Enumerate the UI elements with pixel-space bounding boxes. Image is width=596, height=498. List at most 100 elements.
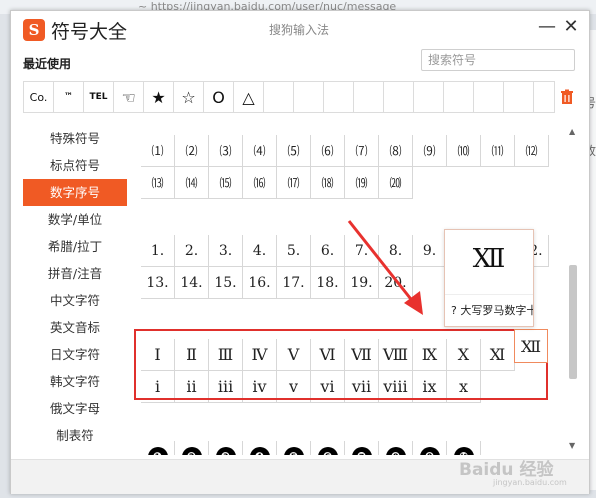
symbol-cell[interactable]: ⒆ (345, 167, 379, 199)
symbol-cell[interactable]: ❸ (209, 441, 243, 455)
symbol-cell[interactable]: ⑼ (413, 135, 447, 167)
symbol-cell[interactable]: ❹ (243, 441, 277, 455)
search-input[interactable] (421, 49, 575, 71)
symbol-cell[interactable]: ⑴ (141, 135, 175, 167)
symbol-cell[interactable]: ⑶ (209, 135, 243, 167)
symbol-cell[interactable]: ⒇ (379, 167, 413, 199)
symbol-cell[interactable]: ⑷ (243, 135, 277, 167)
recent-symbol[interactable]: ☆ (174, 82, 204, 112)
symbol-cell[interactable]: ⑻ (379, 135, 413, 167)
symbol-cell[interactable]: 1. (141, 235, 175, 267)
symbol-cell[interactable]: ⒁ (175, 167, 209, 199)
symbol-cell[interactable]: 2. (175, 235, 209, 267)
sidebar-item[interactable]: 制表符 (23, 422, 127, 449)
symbol-cell-glyph: ❷ (181, 446, 202, 455)
baidu-watermark: Baidu 经验 (459, 460, 554, 480)
roman-xii-hovered-cell[interactable]: Ⅻ (514, 329, 548, 363)
symbol-cell[interactable]: ❷ (175, 441, 209, 455)
roman-numerals-highlight-box (134, 329, 548, 400)
symbol-cell[interactable]: ⑹ (311, 135, 345, 167)
symbol-cell[interactable]: 7. (345, 235, 379, 267)
recent-empty-slot[interactable] (474, 82, 504, 112)
scrollbar-thumb[interactable] (569, 265, 577, 379)
symbol-cell-glyph: ❼ (351, 446, 372, 455)
symbol-cell-glyph: ❿ (453, 446, 474, 455)
symbol-cell[interactable]: 13. (141, 267, 175, 299)
symbol-cell[interactable]: ❶ (141, 441, 175, 455)
sidebar-item[interactable]: 日文字符 (23, 341, 127, 368)
symbol-cell[interactable]: ❽ (379, 441, 413, 455)
recent-empty-slot[interactable] (414, 82, 444, 112)
recent-symbol[interactable]: Co. (24, 82, 54, 112)
symbol-cell[interactable]: ⑸ (277, 135, 311, 167)
symbol-cell[interactable]: ⒂ (209, 167, 243, 199)
sidebar-item[interactable]: 俄文字母 (23, 395, 127, 422)
symbol-cell[interactable]: 14. (175, 267, 209, 299)
recent-symbol[interactable]: ☜ (114, 82, 144, 112)
tooltip-symbol: Ⅻ (472, 244, 506, 274)
recent-symbol[interactable]: TEL (84, 82, 114, 112)
symbol-cell[interactable]: 3. (209, 235, 243, 267)
symbol-cell[interactable]: ⒄ (277, 167, 311, 199)
symbol-cell[interactable]: ⒀ (141, 167, 175, 199)
symbol-cell[interactable]: 5. (277, 235, 311, 267)
symbol-cell-glyph: ❾ (419, 446, 440, 455)
symbol-cell[interactable]: ⑺ (345, 135, 379, 167)
symbol-cell[interactable]: ⒃ (243, 167, 277, 199)
symbol-cell[interactable]: 15. (209, 267, 243, 299)
recent-empty-slot[interactable] (504, 82, 534, 112)
symbol-cell[interactable]: ⑽ (447, 135, 481, 167)
sidebar-item[interactable]: 特殊符号 (23, 125, 127, 152)
scroll-up-arrow-icon[interactable]: ▲ (569, 127, 575, 136)
symbol-cell[interactable]: 4. (243, 235, 277, 267)
window-title: 符号大全 (51, 21, 128, 43)
symbol-cell[interactable]: ⑿ (515, 135, 549, 167)
symbol-cell-glyph: ❸ (215, 446, 236, 455)
tooltip-label: ? 大写罗马数字十二 (451, 304, 533, 317)
symbol-preview-tooltip: Ⅻ ? 大写罗马数字十二 (444, 229, 534, 327)
sidebar-item[interactable]: 中文字符 (23, 287, 127, 314)
minimize-button[interactable]: — (537, 15, 557, 39)
symbol-cell[interactable]: 16. (243, 267, 277, 299)
symbol-cell-glyph: ❻ (317, 446, 338, 455)
category-sidebar: 特殊符号 标点符号 数字序号 数学/单位 希腊/拉丁 拼音/注音 中文字符 英文音标 日文字符韩… (23, 125, 127, 449)
recent-empty-slot[interactable] (264, 82, 294, 112)
symbol-cell[interactable]: 19. (345, 267, 379, 299)
sidebar-item[interactable]: 数学/单位 (23, 206, 127, 233)
symbol-cell[interactable]: ⑾ (481, 135, 515, 167)
close-button[interactable]: ✕ (561, 15, 581, 39)
sidebar-item[interactable]: 韩文字符 (23, 368, 127, 395)
recent-symbol[interactable]: ™ (54, 82, 84, 112)
symbol-cell[interactable]: ❻ (311, 441, 345, 455)
recent-symbol[interactable]: O (204, 82, 234, 112)
symbol-cell[interactable]: 20. (379, 267, 413, 299)
symbol-cell[interactable]: 17. (277, 267, 311, 299)
recent-symbol[interactable]: △ (234, 82, 264, 112)
sidebar-item[interactable]: 数字序号 (23, 179, 127, 206)
symbol-cell[interactable]: ❾ (413, 441, 447, 455)
recent-empty-slot[interactable] (354, 82, 384, 112)
symbol-cell-glyph: ❶ (147, 446, 168, 455)
recent-empty-slot[interactable] (384, 82, 414, 112)
symbol-cell[interactable]: ⑵ (175, 135, 209, 167)
symbol-cell[interactable]: 18. (311, 267, 345, 299)
recent-empty-slot[interactable] (294, 82, 324, 112)
sidebar-item[interactable]: 拼音/注音 (23, 260, 127, 287)
recent-empty-slot[interactable] (324, 82, 354, 112)
symbol-cell[interactable]: ❿ (447, 441, 481, 455)
scroll-down-arrow-icon[interactable]: ▼ (569, 441, 575, 450)
recent-empty-slot[interactable] (444, 82, 474, 112)
symbol-cell[interactable]: ❼ (345, 441, 379, 455)
symbol-cell[interactable]: 6. (311, 235, 345, 267)
sidebar-item[interactable]: 英文音标 (23, 314, 127, 341)
symbol-cell[interactable]: ⒅ (311, 167, 345, 199)
sidebar-item[interactable]: 标点符号 (23, 152, 127, 179)
symbol-cell[interactable]: ❺ (277, 441, 311, 455)
symbol-cell[interactable]: 9. (413, 235, 447, 267)
recent-empty-slot[interactable] (534, 82, 554, 112)
trash-icon[interactable] (559, 89, 575, 105)
recent-symbol[interactable]: ★ (144, 82, 174, 112)
title-bar[interactable]: S 符号大全 搜狗输入法 — ✕ (11, 11, 589, 47)
sidebar-item[interactable]: 希腊/拉丁 (23, 233, 127, 260)
symbol-cell[interactable]: 8. (379, 235, 413, 267)
